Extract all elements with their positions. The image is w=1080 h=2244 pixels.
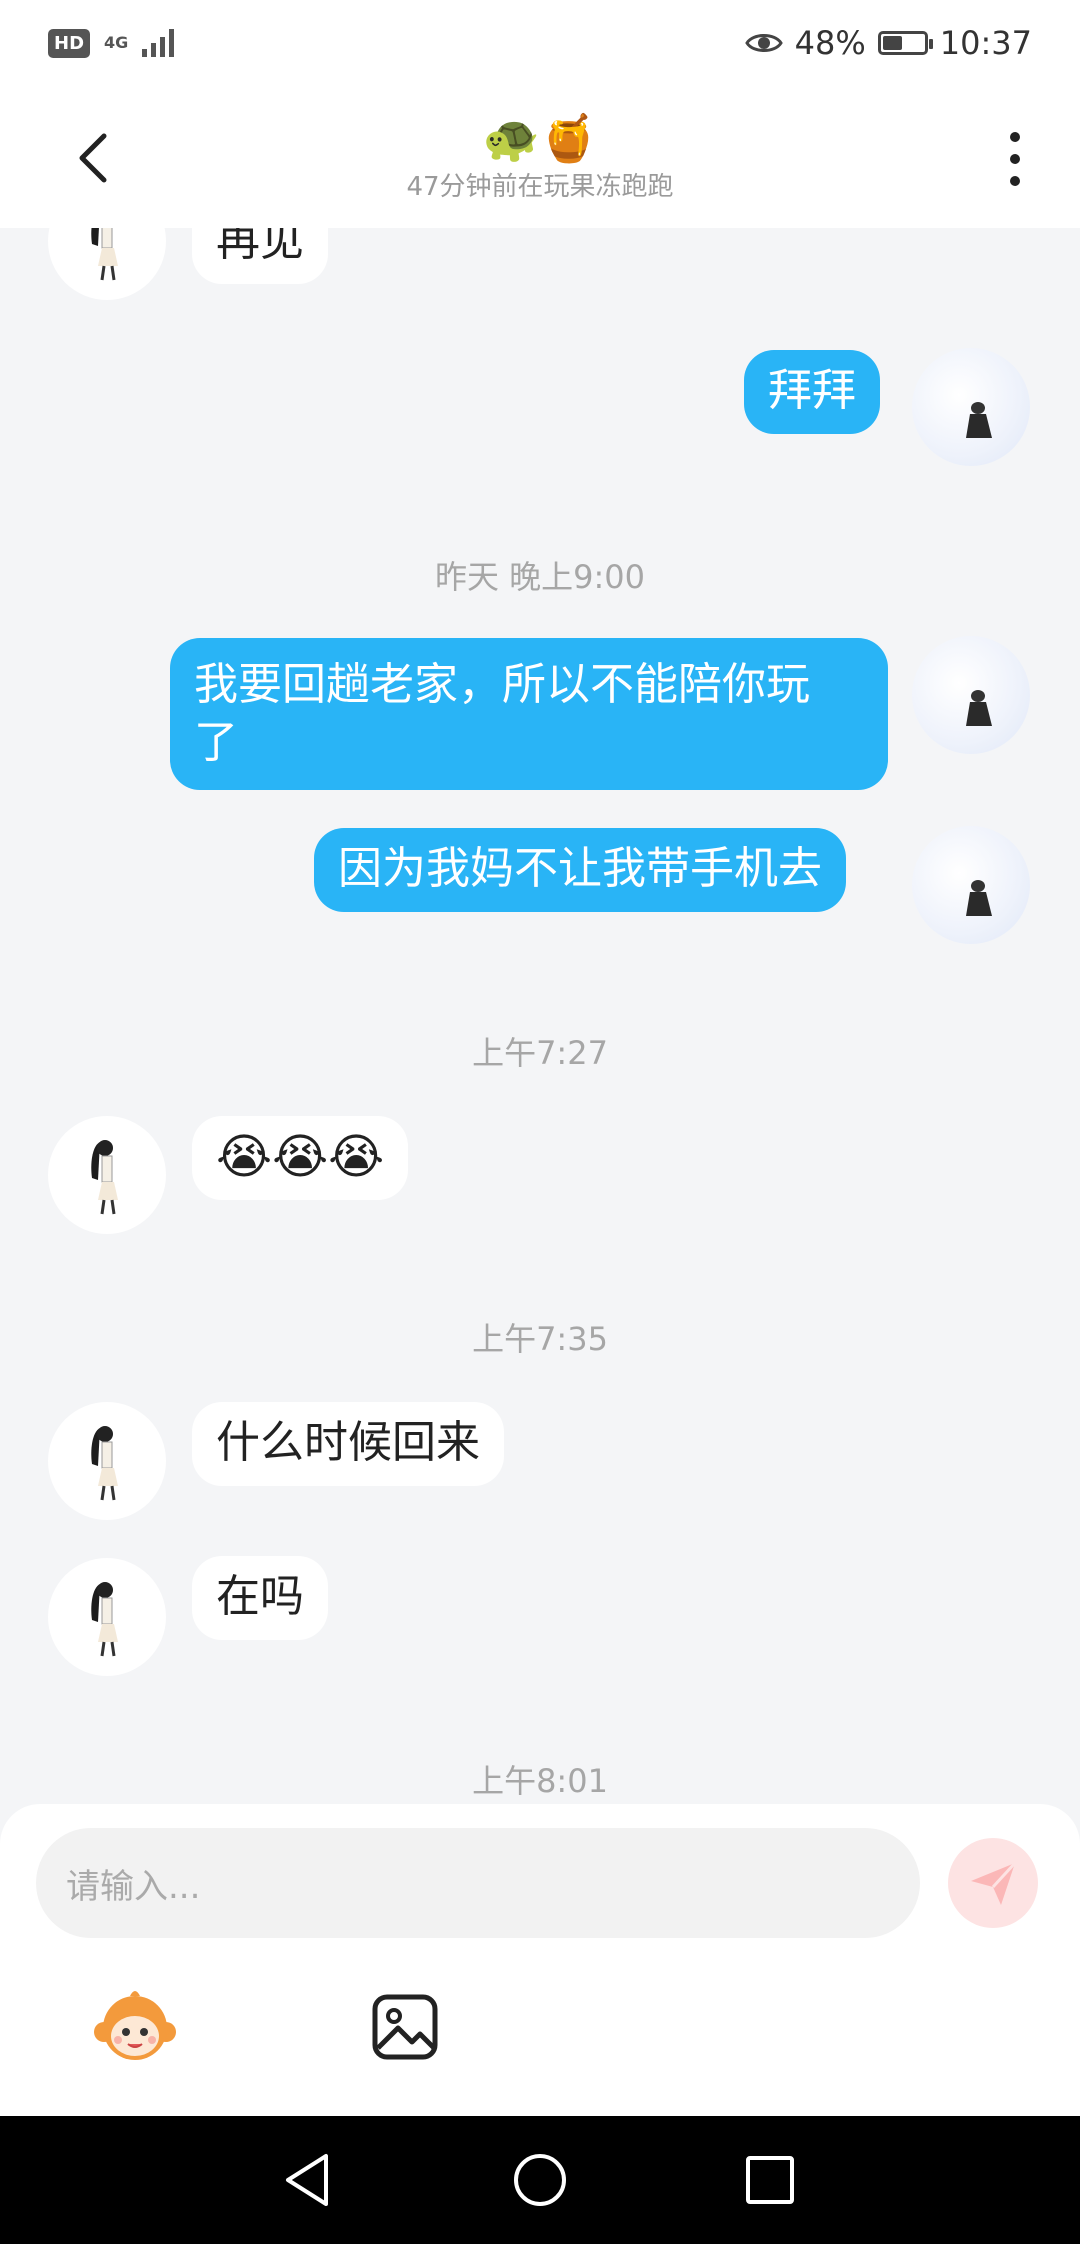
timestamp: 上午8:01	[472, 1762, 608, 1798]
monkey-sticker-icon	[94, 1991, 176, 2060]
contact-name: 🐢🍯	[482, 111, 598, 165]
battery-icon	[877, 31, 933, 55]
timestamp: 上午7:27	[472, 1034, 608, 1072]
my-avatar[interactable]	[912, 348, 1030, 466]
message-bubble-incoming[interactable]: 什么时候回来	[192, 1402, 504, 1486]
timestamp: 上午7:35	[472, 1320, 608, 1358]
sticker-button[interactable]	[90, 1982, 180, 2072]
send-button[interactable]	[948, 1838, 1038, 1928]
composer: 请输入...	[0, 1804, 1080, 2116]
square-recent-icon	[746, 2156, 794, 2204]
girl-avatar-icon	[91, 1140, 118, 1215]
message-input[interactable]: 请输入...	[36, 1828, 920, 1938]
more-vertical-icon	[1010, 132, 1020, 142]
contact-avatar[interactable]	[48, 1402, 166, 1520]
more-options-button[interactable]	[990, 126, 1040, 192]
message-bubble-outgoing[interactable]: 我要回趟老家，所以不能陪你玩 了	[170, 638, 888, 790]
girl-avatar-icon	[91, 228, 118, 281]
chat-header: 🐢🍯 47分钟前在玩果冻跑跑	[0, 86, 1080, 228]
message-bubble-outgoing[interactable]: 拜拜	[744, 350, 880, 434]
message-bubble-incoming[interactable]: 😭😭😭	[192, 1116, 409, 1200]
dark-figure-avatar-icon	[966, 880, 992, 916]
eye-icon	[744, 34, 783, 52]
my-avatar[interactable]	[912, 636, 1030, 754]
contact-avatar[interactable]	[48, 228, 166, 300]
battery-level	[882, 36, 902, 50]
status-left: HD 4G	[48, 28, 175, 58]
status-bar: HD 4G 48% 10:37	[0, 0, 1080, 86]
message-bubble-incoming[interactable]: 再见	[192, 228, 328, 284]
timestamp: 昨天 晚上9:00	[434, 558, 646, 596]
network-label: 4G	[104, 33, 129, 52]
chat-title: 🐢🍯 47分钟前在玩果冻跑跑	[0, 112, 1080, 203]
nav-back-button[interactable]	[278, 2148, 342, 2212]
contact-avatar[interactable]	[48, 1116, 166, 1234]
system-navigation-bar	[0, 2116, 1080, 2244]
girl-avatar-icon	[91, 1426, 118, 1501]
battery-percent: 48%	[794, 24, 866, 62]
image-icon	[372, 1994, 438, 2060]
circle-home-icon	[514, 2154, 566, 2206]
message-bubble-incoming[interactable]: 在吗	[192, 1556, 328, 1640]
contact-avatar[interactable]	[48, 1558, 166, 1676]
image-button[interactable]	[360, 1982, 450, 2072]
nav-home-button[interactable]	[508, 2148, 572, 2212]
my-avatar[interactable]	[912, 826, 1030, 944]
paper-plane-icon	[971, 1861, 1017, 1905]
triangle-back-icon	[286, 2154, 328, 2206]
dark-figure-avatar-icon	[966, 690, 992, 726]
girl-avatar-icon	[91, 1582, 118, 1657]
hd-badge: HD	[48, 28, 91, 58]
message-list[interactable]: 再见 拜拜 昨天 晚上9:00 我要回趟老家，所以不能陪你玩 了 因为我妈不让我…	[0, 228, 1080, 1798]
status-right: 48% 10:37	[744, 24, 1032, 62]
nav-recent-button[interactable]	[738, 2148, 802, 2212]
dark-figure-avatar-icon	[966, 402, 992, 438]
clock: 10:37	[939, 24, 1032, 62]
signal-icon	[142, 29, 175, 57]
message-input-placeholder: 请输入...	[66, 1866, 201, 1907]
message-bubble-outgoing[interactable]: 因为我妈不让我带手机去	[314, 828, 846, 912]
contact-status: 47分钟前在玩果冻跑跑	[406, 172, 674, 202]
